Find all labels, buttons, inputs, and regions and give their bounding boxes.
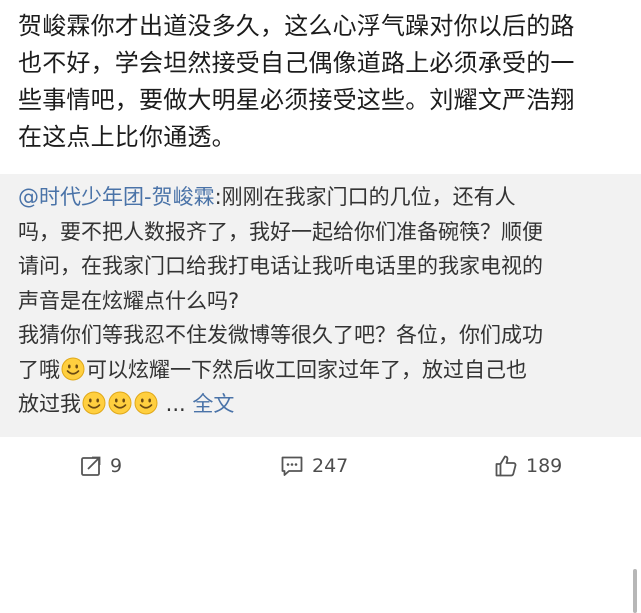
comment-icon [281, 456, 303, 476]
post-text: 贺峻霖你才出道没多久，这么心浮气躁对你以后的路 也不好，学会坦然接受自己偶像道路… [18, 12, 575, 151]
smile-emoji-icon [82, 391, 106, 415]
repost-line-7: 放过我 [18, 392, 81, 416]
repost-line-6a: 了哦 [18, 357, 60, 382]
scrollbar[interactable] [633, 569, 637, 613]
full-text-link[interactable]: 全文 [192, 392, 234, 416]
repost-line-4: 声音是在炫耀点什么吗? [18, 288, 240, 313]
repost-line-2: 吗，要不把人数报齐了，我好一起给你们准备碗筷？顺便 [18, 219, 543, 244]
comment-button[interactable]: 247 [280, 451, 348, 481]
repost-text: @时代少年团-贺峻霖:刚刚在我家门口的几位，还有人 吗，要不把人数报齐了，我好一… [18, 180, 626, 422]
smile-emoji-icon [61, 357, 85, 380]
smile-emoji-icon [108, 391, 132, 415]
share-icon [81, 456, 101, 476]
ellipsis: ... [159, 392, 186, 416]
repost-line-5: 我猜你们等我忍不住发微博等很久了吧？各位，你们成功 [18, 323, 543, 347]
like-count: 189 [526, 455, 563, 477]
smile-emoji-icon [134, 391, 158, 415]
repost-line-1: :刚刚在我家门口的几位，还有人 [214, 185, 516, 209]
reposted-content[interactable]: @时代少年团-贺峻霖:刚刚在我家门口的几位，还有人 吗，要不把人数报齐了，我好一… [0, 174, 641, 613]
thumbs-up-icon [495, 455, 517, 477]
comment-count: 247 [312, 455, 349, 477]
repost-button[interactable]: 9 [80, 451, 122, 481]
repost-line-3: 请问，在我家门口给我打电话让我听电话里的我家电视的 [18, 254, 543, 278]
weibo-post: 贺峻霖你才出道没多久，这么心浮气躁对你以后的路 也不好，学会坦然接受自己偶像道路… [0, 0, 641, 174]
action-bar: 9 247 189 [0, 437, 641, 494]
like-button[interactable]: 189 [494, 451, 562, 481]
user-mention-link[interactable]: @时代少年团-贺峻霖 [18, 185, 215, 209]
repost-count: 9 [110, 455, 123, 477]
repost-line-6b: 可以炫耀一下然后收工回家过年了，放过自己也 [86, 357, 527, 382]
